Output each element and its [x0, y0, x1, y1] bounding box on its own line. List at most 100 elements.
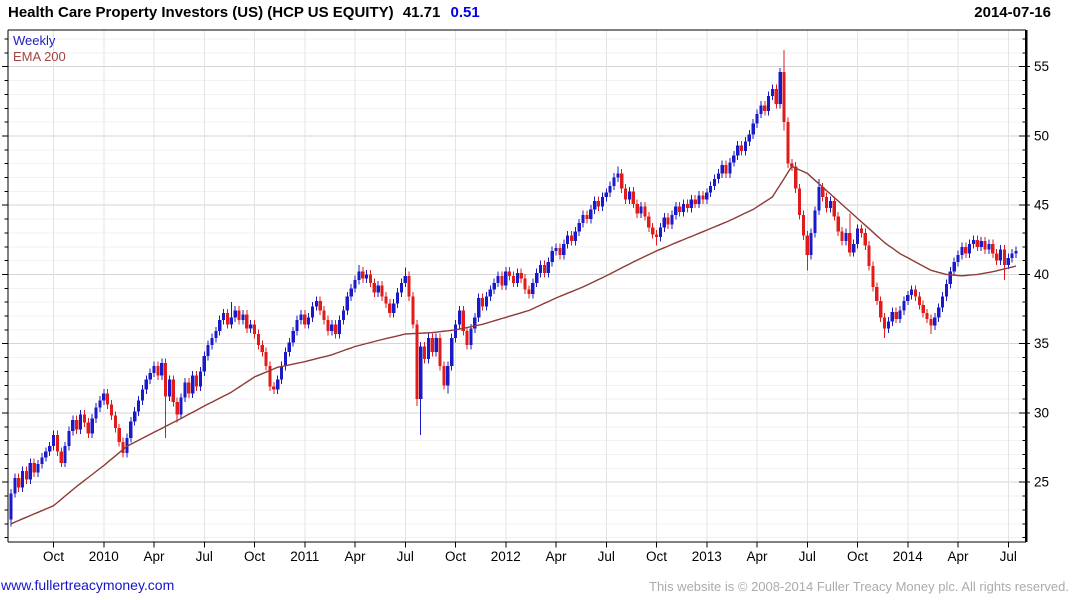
candle-body	[82, 414, 87, 423]
candle-body	[844, 232, 848, 242]
candle-body	[345, 296, 349, 311]
candle-body	[337, 320, 342, 335]
chart-legend: Weekly EMA 200	[13, 33, 66, 65]
candle-body	[44, 451, 48, 458]
candle-body	[581, 214, 585, 224]
candle-body	[24, 471, 29, 480]
x-axis	[53, 542, 1009, 548]
candle-body	[975, 239, 979, 247]
candle-body	[353, 279, 357, 289]
candle-body	[647, 216, 651, 228]
candle-body	[763, 105, 767, 112]
candle-body	[1002, 249, 1007, 265]
candle-body	[430, 338, 434, 353]
candle-body	[272, 386, 276, 390]
candle-body	[28, 462, 32, 480]
fullertreacymoney-link[interactable]: www.fullertreacymoney.com	[1, 577, 174, 593]
candle-body	[577, 223, 581, 232]
candle-body	[9, 493, 13, 520]
candle-body	[233, 310, 237, 318]
candle-body	[457, 310, 461, 325]
candle-body	[407, 275, 411, 297]
candle-body	[241, 314, 245, 321]
candle-body	[148, 372, 152, 380]
candle-body	[736, 145, 740, 156]
candle-body	[75, 419, 79, 430]
candle-body	[492, 282, 496, 290]
candle-body	[600, 196, 605, 207]
candle-body	[415, 324, 419, 400]
candle-body	[585, 214, 589, 220]
candle-body	[960, 246, 964, 256]
candle-body	[523, 278, 527, 290]
candle-body	[635, 203, 639, 214]
legend-ema-label: EMA 200	[13, 49, 66, 64]
price-change: 0.51	[450, 4, 480, 21]
candle-body	[500, 275, 504, 286]
candle-body	[283, 352, 288, 366]
candle-body	[732, 155, 736, 163]
candle-body	[129, 421, 133, 438]
candle-body	[639, 206, 643, 214]
candle-body	[477, 297, 481, 318]
candle-body	[566, 235, 570, 244]
candle-body	[268, 365, 272, 387]
candle-body	[662, 217, 666, 228]
candle-body	[848, 232, 852, 253]
copyright-text: This website is © 2008-2014 Fuller Treac…	[649, 579, 1069, 594]
x-axis-labels: Oct 2010 Apr Jul Oct 2011 Apr Jul Oct 2012 Apr Jul O…	[43, 549, 1017, 564]
candle-body	[179, 397, 183, 415]
candle-body	[817, 187, 821, 211]
candle-body	[365, 274, 369, 279]
candle-body	[979, 241, 983, 247]
candle-body	[191, 375, 195, 394]
x-axis-label: Apr	[948, 549, 970, 564]
candle-body	[739, 145, 744, 152]
candle-body	[882, 317, 887, 329]
candle-body	[535, 273, 539, 283]
candle-body	[144, 379, 148, 390]
candle-body	[929, 318, 933, 326]
candle-body	[593, 201, 597, 210]
x-axis-label: Oct	[43, 549, 64, 564]
candle-body	[612, 177, 616, 186]
candle-body	[496, 275, 500, 283]
quote-date: 2014-07-16	[974, 4, 1051, 21]
candle-body	[206, 345, 210, 357]
candle-body	[681, 203, 686, 213]
candle-body	[952, 261, 956, 272]
candle-body	[291, 331, 295, 343]
candle-body	[863, 232, 867, 246]
candle-body	[971, 239, 976, 244]
y-axis-labels: 25 30 35 40 45 50 55	[1034, 59, 1049, 490]
candle-body	[221, 313, 226, 321]
x-axis-label: Oct	[847, 549, 868, 564]
candle-body	[770, 88, 775, 96]
candle-body	[349, 288, 353, 297]
y-axis-label: 40	[1034, 267, 1049, 282]
candle-body	[991, 243, 995, 254]
candle-body	[794, 166, 798, 189]
candle-body	[392, 303, 396, 314]
candle-body	[658, 227, 662, 238]
x-axis-label: Apr	[144, 549, 166, 564]
candle-body	[728, 162, 732, 174]
x-axis-label: Jul	[196, 549, 213, 564]
candle-body	[871, 266, 875, 287]
candle-body	[32, 462, 36, 473]
candle-body	[117, 428, 121, 443]
candle-body	[469, 328, 473, 346]
candle-body	[102, 393, 106, 401]
candle-body	[554, 248, 558, 251]
x-axis-label: 2013	[692, 549, 722, 564]
candle-body	[465, 331, 469, 346]
candle-body	[310, 306, 315, 318]
candle-body	[295, 320, 299, 332]
candle-body	[419, 346, 423, 400]
candle-body	[840, 231, 844, 242]
candle-body	[245, 314, 249, 329]
candle-body	[372, 282, 376, 293]
candle-body	[508, 271, 512, 276]
candle-body	[276, 379, 280, 390]
candle-body	[767, 95, 771, 112]
